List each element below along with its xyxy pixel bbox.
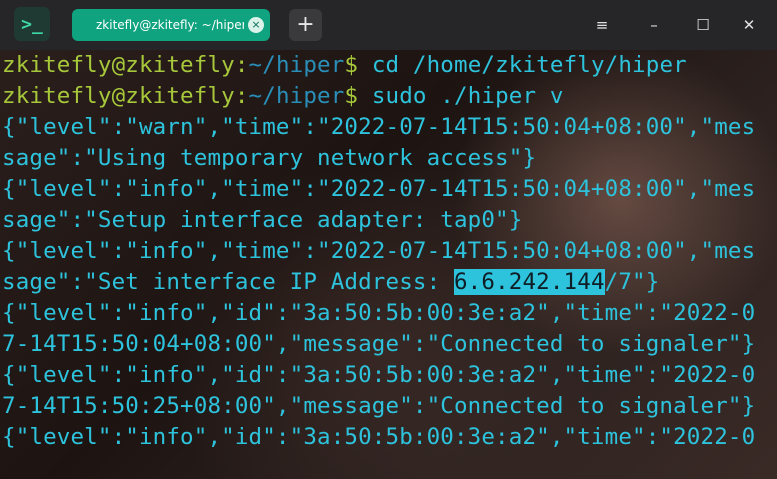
maximize-icon[interactable]: ☐ bbox=[692, 14, 714, 36]
prompt-symbol: $ bbox=[344, 52, 359, 78]
prompt-path: ~/hiper bbox=[248, 52, 345, 78]
output-line: {"level":"warn","time":"2022-07-14T15:50… bbox=[2, 114, 756, 140]
prompt-line-1: zkitefly@zkitefly:~/hiper$ cd /home/zkit… bbox=[2, 50, 687, 81]
close-tab-icon[interactable]: × bbox=[248, 17, 264, 33]
output-line: {"level":"info","id":"3a:50:5b:00:3e:a2"… bbox=[2, 424, 756, 450]
output-line: 7-14T15:50:04+08:00","message":"Connecte… bbox=[2, 331, 756, 357]
command-text: cd /home/zkitefly/hiper bbox=[358, 52, 687, 78]
selected-ip-address[interactable]: 6.6.242.144 bbox=[453, 269, 605, 295]
output-line: {"level":"info","time":"2022-07-14T15:50… bbox=[2, 176, 756, 202]
terminal-app-icon[interactable]: >_ bbox=[14, 7, 50, 41]
terminal-output[interactable]: zkitefly@zkitefly:~/hiper$ cd /home/zkit… bbox=[0, 50, 777, 479]
command-text: sudo ./hiper v bbox=[358, 83, 564, 109]
prompt-separator: : bbox=[234, 52, 249, 78]
tab-terminal[interactable]: zkitefly@zkitefly: ~/hiper × bbox=[72, 9, 270, 41]
output-line-ip: sage":"Set interface IP Address: 6.6.242… bbox=[2, 267, 659, 298]
tab-title: zkitefly@zkitefly: ~/hiper bbox=[96, 18, 244, 32]
prompt-user-host: zkitefly@zkitefly bbox=[2, 83, 235, 109]
output-line: {"level":"info","id":"3a:50:5b:00:3e:a2"… bbox=[2, 300, 756, 326]
output-line: {"level":"info","time":"2022-07-14T15:50… bbox=[2, 238, 756, 264]
prompt-line-2: zkitefly@zkitefly:~/hiper$ sudo ./hiper … bbox=[2, 81, 564, 112]
prompt-symbol: $ bbox=[344, 83, 359, 109]
title-bar: >_ zkitefly@zkitefly: ~/hiper × + ≡ – ☐ … bbox=[0, 0, 777, 50]
prompt-path: ~/hiper bbox=[248, 83, 345, 109]
output-line: 7-14T15:50:25+08:00","message":"Connecte… bbox=[2, 393, 756, 419]
prompt-separator: : bbox=[234, 83, 249, 109]
output-line: {"level":"info","id":"3a:50:5b:00:3e:a2"… bbox=[2, 362, 756, 388]
menu-icon[interactable]: ≡ bbox=[591, 14, 613, 36]
new-tab-button[interactable]: + bbox=[289, 9, 322, 41]
minimize-icon[interactable]: – bbox=[643, 14, 665, 36]
output-text: /7"} bbox=[604, 269, 660, 295]
output-line: sage":"Setup interface adapter: tap0"} bbox=[2, 207, 523, 233]
output-text: sage":"Set interface IP Address: bbox=[2, 269, 454, 295]
close-window-icon[interactable]: ✕ bbox=[738, 14, 760, 36]
output-line: sage":"Using temporary network access"} bbox=[2, 145, 537, 171]
prompt-user-host: zkitefly@zkitefly bbox=[2, 52, 235, 78]
